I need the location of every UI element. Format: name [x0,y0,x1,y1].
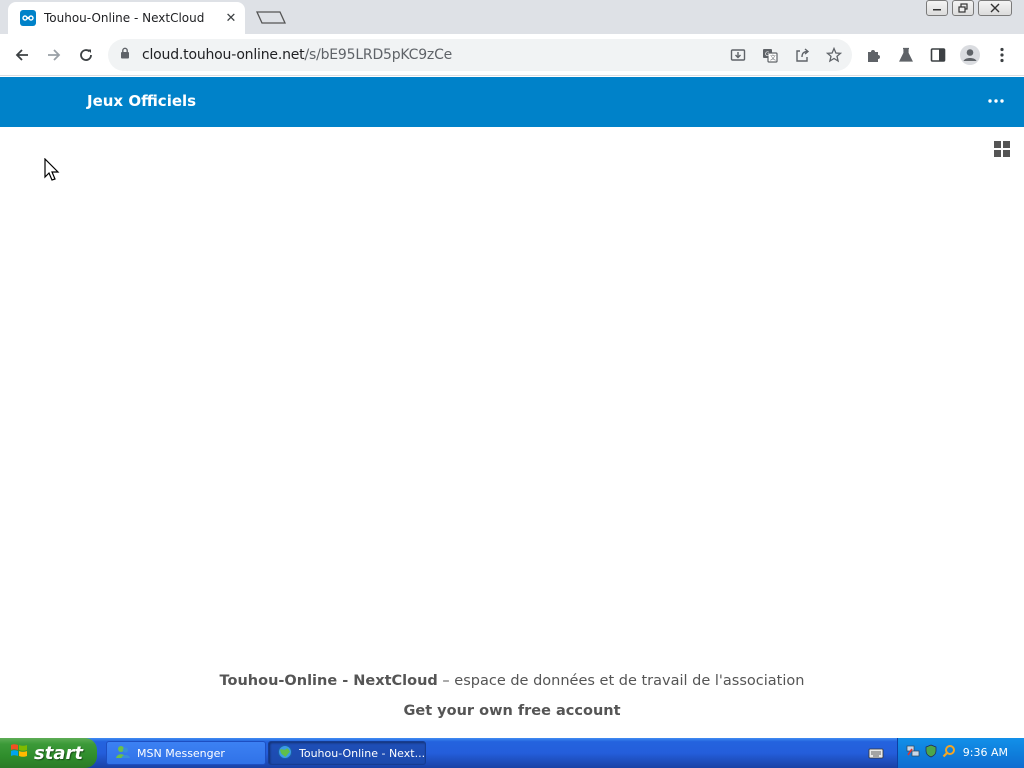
url-text: cloud.touhou-online.net/s/bE95LRD5pKC9zC… [142,47,452,63]
forward-button[interactable] [40,41,68,69]
footer-brand-link[interactable]: Touhou-Online - NextCloud [220,673,438,689]
window-controls [926,0,1012,16]
lock-icon[interactable] [120,46,130,64]
browser-tab[interactable]: Touhou-Online - NextCloud ✕ [8,2,245,34]
extensions-puzzle-icon[interactable] [862,43,886,67]
grid-cell [1003,141,1010,148]
minimize-button[interactable] [926,0,948,16]
tab-title: Touhou-Online - NextCloud [44,11,205,25]
browser-tabstrip: Touhou-Online - NextCloud ✕ [0,0,1024,34]
taskbar-label: Touhou-Online - Next... [299,746,425,760]
keyboard-language-icon[interactable] [868,746,884,765]
footer-tagline-text: – espace de données et de travail de l'a… [437,673,805,689]
taskbar-button-browser[interactable]: Touhou-Online - Next... [268,741,426,765]
install-app-icon[interactable] [726,43,750,67]
taskbar-button-msn[interactable]: MSN Messenger [106,741,266,765]
more-actions-icon[interactable] [984,89,1008,113]
browser-menu-icon[interactable] [990,43,1014,67]
profile-avatar-icon[interactable] [958,43,982,67]
close-window-button[interactable] [978,0,1012,16]
file-list-area: Touhou-Online - NextCloud – espace de do… [0,127,1024,738]
mouse-cursor-icon [44,157,60,187]
footer-tagline: Touhou-Online - NextCloud – espace de do… [0,673,1024,689]
system-clock: 9:36 AM [962,746,1008,759]
share-icon[interactable] [790,43,814,67]
browser-globe-icon [277,744,293,763]
tab-close-icon[interactable]: ✕ [221,8,241,28]
start-label: start [34,742,83,764]
new-tab-button[interactable] [254,6,288,28]
restore-button[interactable] [952,0,974,16]
side-panel-icon[interactable] [926,43,950,67]
reload-button[interactable] [72,41,100,69]
svg-text:文: 文 [770,54,776,62]
labs-flask-icon[interactable] [894,43,918,67]
page-title: Jeux Officiels [87,92,197,110]
search-tray-icon[interactable] [942,744,956,763]
taskbar-label: MSN Messenger [137,746,225,760]
security-tray-icon[interactable] [924,744,938,763]
address-bar[interactable]: cloud.touhou-online.net/s/bE95LRD5pKC9zC… [108,39,852,71]
grid-cell [1003,150,1010,157]
msn-messenger-icon [115,744,131,763]
grid-view-toggle-icon[interactable] [994,141,1010,157]
url-path: /s/bE95LRD5pKC9zCe [304,47,453,63]
back-button[interactable] [8,41,36,69]
nextcloud-header: Jeux Officiels [0,77,1024,127]
windows-flag-icon [10,742,28,765]
grid-cell [994,150,1001,157]
signup-link-text[interactable]: Get your own free account [403,703,620,719]
start-button[interactable]: start [0,738,97,768]
taskbar: start MSN Messenger Touhou-Online - Next… [0,738,1024,768]
translate-icon[interactable]: G文 [758,43,782,67]
browser-toolbar: cloud.touhou-online.net/s/bE95LRD5pKC9zC… [0,34,1024,76]
bookmark-star-icon[interactable] [822,43,846,67]
grid-cell [994,141,1001,148]
network-tray-icon[interactable] [906,744,920,763]
nextcloud-favicon-icon [20,10,36,26]
signup-link[interactable]: Get your own free account [0,703,1024,719]
system-tray: 9:36 AM [897,738,1024,768]
url-host: cloud.touhou-online.net [142,47,305,63]
